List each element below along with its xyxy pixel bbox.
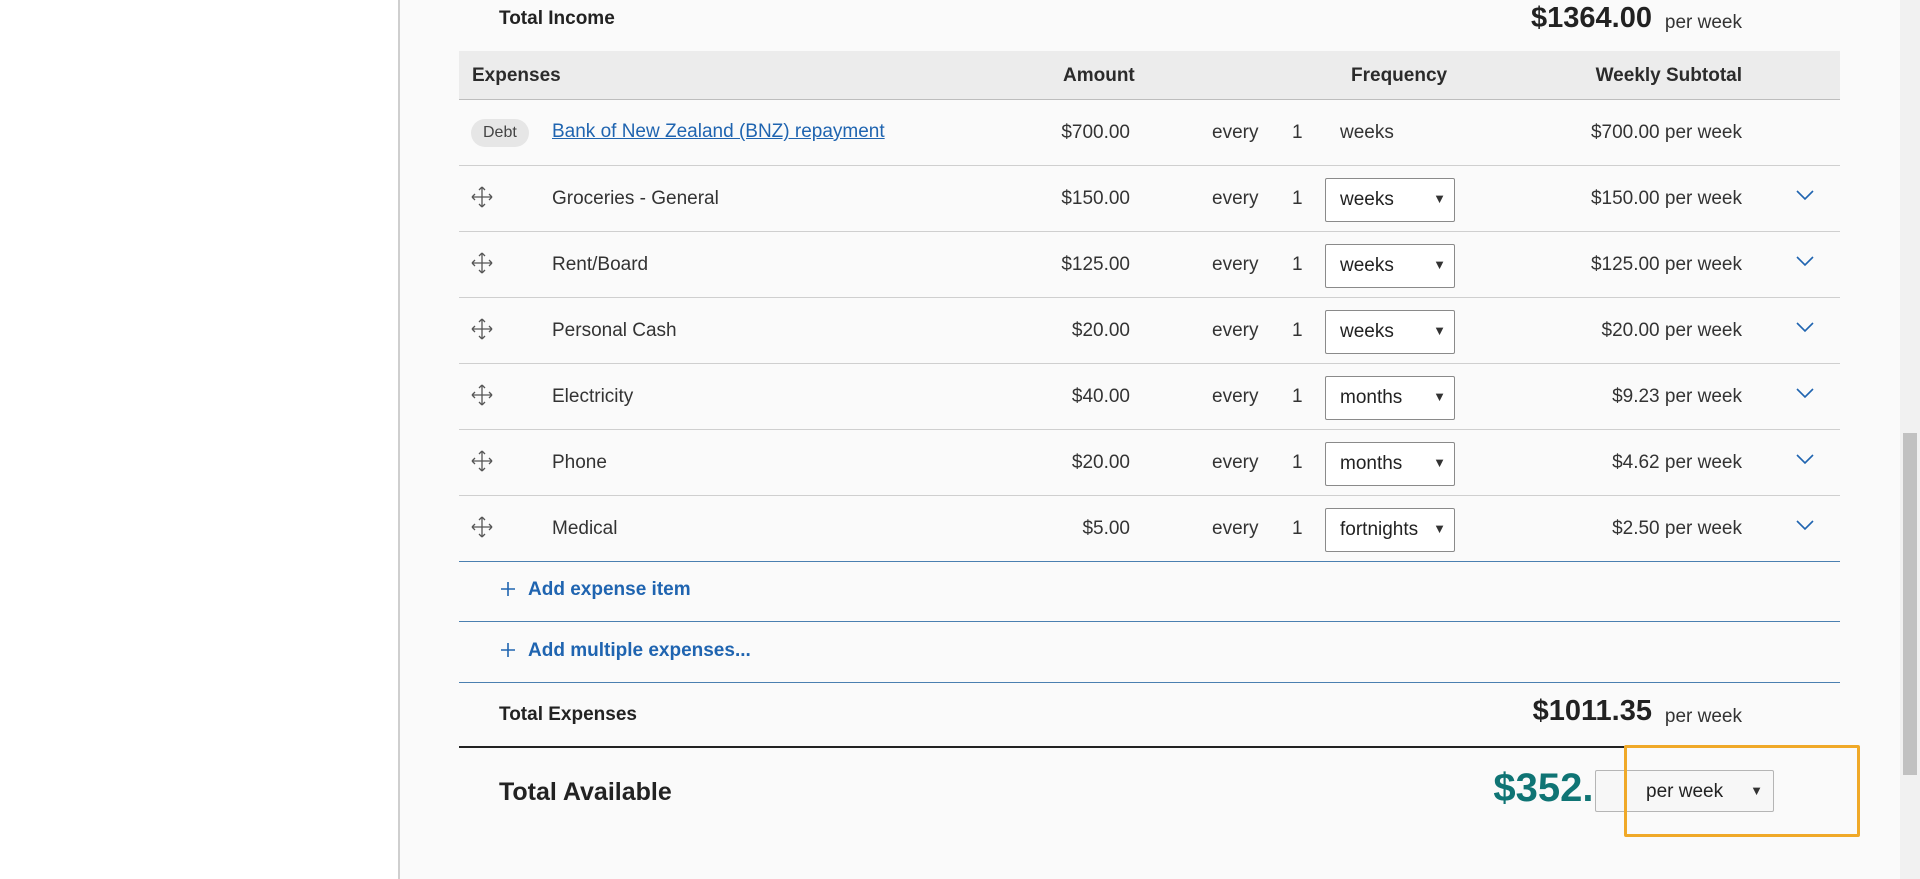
total-income-amount: $1364.00 [1531,2,1652,34]
expense-row-debt: Debt Bank of New Zealand (BNZ) repayment… [459,100,1840,166]
frequency-number: 1 [1292,122,1303,143]
frequency-number: 1 [1292,188,1303,209]
total-income-row: Total Income $1364.00 per week [459,0,1840,50]
every-label: every [1212,254,1259,275]
weekly-subtotal: $700.00 per week [1590,122,1742,143]
expense-name: Personal Cash [552,320,677,341]
expense-amount: $40.00 [1071,386,1130,407]
expense-name: Electricity [552,386,634,407]
frequency-number: 1 [1292,518,1303,539]
frequency-select-value: weeks [1340,189,1394,210]
total-available-label: Total Available [499,778,672,806]
frequency-number: 1 [1292,452,1303,473]
every-label: every [1212,452,1259,473]
total-expenses-label: Total Expenses [499,704,637,725]
every-label: every [1212,518,1259,539]
move-arrows-icon[interactable] [471,384,493,406]
debt-name-link[interactable]: Bank of New Zealand (BNZ) repayment [552,121,885,143]
expense-amount: $5.00 [1082,518,1130,539]
header-expenses: Expenses [472,65,561,86]
move-arrows-icon[interactable] [471,186,493,208]
add-expense-item-button[interactable]: Add expense item [528,579,691,601]
expense-row: Medical $5.00 every 1 fortnights ▼ $2.50 per w… [459,496,1840,562]
total-expenses-amount: $1011.35 [1532,695,1652,727]
chevron-down-icon[interactable] [1795,188,1815,202]
frequency-select[interactable]: fortnights ▼ [1325,508,1455,552]
frequency-select[interactable]: months ▼ [1325,376,1455,420]
caret-down-icon: ▼ [1433,323,1446,338]
expenses-table-header: Expenses Amount Frequency Weekly Subtota… [459,51,1840,100]
every-label: every [1212,122,1259,143]
frequency-number: 1 [1292,386,1303,407]
expense-name: Phone [552,452,607,473]
frequency-select[interactable]: weeks ▼ [1325,310,1455,354]
weekly-subtotal: $4.62 per week [1612,452,1742,473]
chevron-down-icon[interactable] [1795,452,1815,466]
plus-icon [501,643,515,657]
scrollbar[interactable] [1900,0,1920,879]
expense-name: Groceries - General [552,188,719,209]
focus-highlight [1624,745,1860,837]
caret-down-icon: ▼ [1433,521,1446,536]
expense-amount: $125.00 [1061,254,1130,275]
caret-down-icon: ▼ [1433,455,1446,470]
move-arrows-icon[interactable] [471,252,493,274]
chevron-down-icon[interactable] [1795,386,1815,400]
frequency-select[interactable]: months ▼ [1325,442,1455,486]
header-weekly-subtotal: Weekly Subtotal [1595,65,1742,86]
add-multiple-expenses-button[interactable]: Add multiple expenses... [528,640,751,662]
weekly-subtotal: $20.00 per week [1601,320,1743,341]
frequency-select-value: weeks [1340,255,1394,276]
frequency-select-value: fortnights [1340,519,1419,540]
frequency-number: 1 [1292,254,1303,275]
total-income-label: Total Income [499,8,615,29]
frequency-select[interactable]: weeks ▼ [1325,244,1455,288]
header-amount: Amount [1063,65,1135,86]
total-expenses-per: per week [1664,706,1742,727]
every-label: every [1212,386,1259,407]
chevron-down-icon[interactable] [1795,254,1815,268]
chevron-down-icon[interactable] [1795,320,1815,334]
expense-name: Rent/Board [552,254,649,275]
move-arrows-icon[interactable] [471,516,493,538]
move-arrows-icon[interactable] [471,450,493,472]
move-arrows-icon[interactable] [471,318,493,340]
debt-badge: Debt [471,119,529,147]
add-expense-item-row[interactable]: Add expense item [459,562,1840,622]
caret-down-icon: ▼ [1433,191,1446,206]
weekly-subtotal: $150.00 per week [1590,188,1742,209]
expense-amount: $20.00 [1071,320,1130,341]
every-label: every [1212,188,1259,209]
header-frequency: Frequency [1351,65,1448,86]
expense-amount: $700.00 [1061,122,1130,143]
expense-amount: $20.00 [1071,452,1130,473]
total-expenses-row: Total Expenses $1011.35 per week [459,684,1840,748]
chevron-down-icon[interactable] [1795,518,1815,532]
expense-row: Electricity $40.00 every 1 months ▼ $9.23 per … [459,364,1840,430]
expense-amount: $150.00 [1061,188,1130,209]
weekly-subtotal: $2.50 per week [1612,518,1742,539]
scrollbar-thumb[interactable] [1903,433,1917,775]
frequency-select-value: weeks [1340,321,1394,342]
weekly-subtotal: $9.23 per week [1612,386,1742,407]
frequency-select[interactable]: weeks ▼ [1325,178,1455,222]
frequency-select-value: months [1340,387,1403,408]
add-multiple-expenses-row[interactable]: Add multiple expenses... [459,623,1840,683]
expense-row: Rent/Board $125.00 every 1 weeks ▼ $125.00 per… [459,232,1840,298]
caret-down-icon: ▼ [1433,389,1446,404]
expense-row: Personal Cash $20.00 every 1 weeks ▼ $20.00 pe… [459,298,1840,364]
frequency-number: 1 [1292,320,1303,341]
frequency-text: weeks [1340,122,1394,143]
frequency-select-value: months [1340,453,1403,474]
expense-name: Medical [552,518,618,539]
expense-row: Phone $20.00 every 1 months ▼ $4.62 per week [459,430,1840,496]
every-label: every [1212,320,1259,341]
weekly-subtotal: $125.00 per week [1590,254,1742,275]
expense-row: Groceries - General $150.00 every 1 weeks ▼ $1… [459,166,1840,232]
plus-icon [501,582,515,596]
total-income-per: per week [1664,12,1742,33]
left-pane [0,0,400,879]
caret-down-icon: ▼ [1433,257,1446,272]
